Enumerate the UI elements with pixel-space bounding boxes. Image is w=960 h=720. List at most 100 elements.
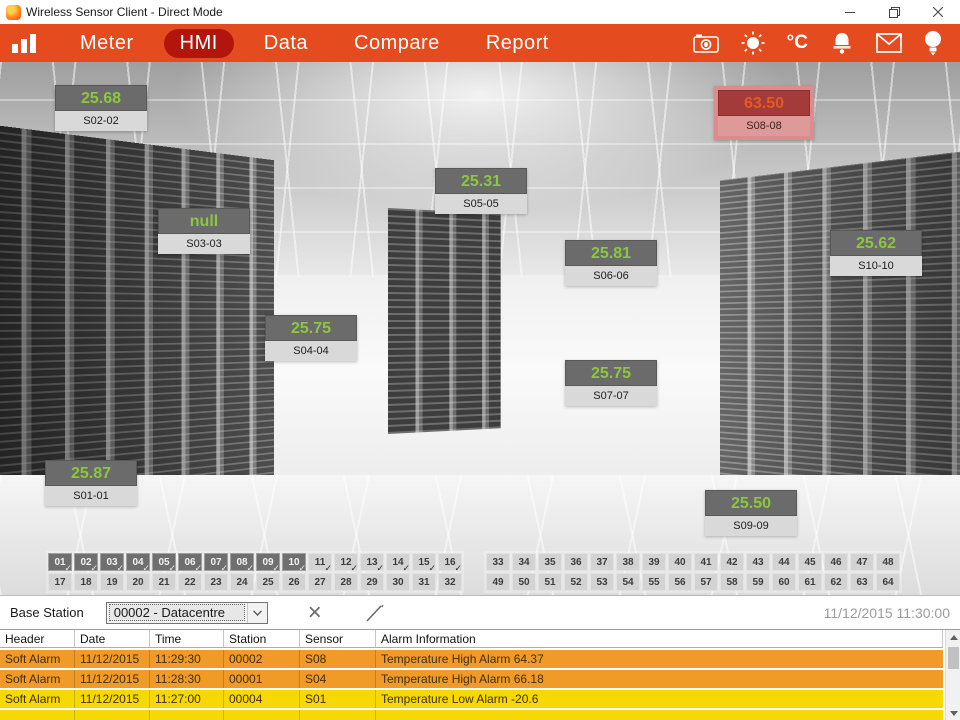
sensor-S02-02[interactable]: 25.68S02-02 — [55, 85, 147, 131]
channel-04[interactable]: 04✓ — [126, 553, 150, 571]
channel-19[interactable]: 19 — [100, 573, 124, 591]
channel-38[interactable]: 38 — [616, 553, 640, 571]
channel-62[interactable]: 62 — [824, 573, 848, 591]
column-header[interactable]: Station — [224, 630, 300, 647]
minimize-icon[interactable] — [828, 0, 872, 24]
channel-11[interactable]: 11✓ — [308, 553, 332, 571]
channel-03[interactable]: 03✓ — [100, 553, 124, 571]
sensor-S09-09[interactable]: 25.50S09-09 — [705, 490, 797, 536]
channel-01[interactable]: 01✓ — [48, 553, 72, 571]
nav-item-compare[interactable]: Compare — [338, 29, 456, 58]
bulb-icon[interactable] — [924, 30, 942, 56]
column-header[interactable]: Sensor — [300, 630, 376, 647]
channel-44[interactable]: 44 — [772, 553, 796, 571]
channel-50[interactable]: 50 — [512, 573, 536, 591]
channel-64[interactable]: 64 — [876, 573, 900, 591]
sensor-S05-05[interactable]: 25.31S05-05 — [435, 168, 527, 214]
base-station-dropdown[interactable]: 00002 - Datacentre — [106, 602, 268, 624]
edit-pencil-icon[interactable] — [362, 600, 388, 626]
channel-55[interactable]: 55 — [642, 573, 666, 591]
channel-41[interactable]: 41 — [694, 553, 718, 571]
channel-18[interactable]: 18 — [74, 573, 98, 591]
channel-37[interactable]: 37 — [590, 553, 614, 571]
channel-33[interactable]: 33 — [486, 553, 510, 571]
scroll-up-icon[interactable] — [946, 630, 960, 645]
sensor-S04-04[interactable]: 25.75S04-04 — [265, 315, 357, 361]
channel-06[interactable]: 06✓ — [178, 553, 202, 571]
channel-43[interactable]: 43 — [746, 553, 770, 571]
scroll-down-icon[interactable] — [946, 706, 960, 720]
sensor-S07-07[interactable]: 25.75S07-07 — [565, 360, 657, 406]
channel-46[interactable]: 46 — [824, 553, 848, 571]
alarm-bell-icon[interactable] — [830, 31, 854, 55]
channel-51[interactable]: 51 — [538, 573, 562, 591]
channel-42[interactable]: 42 — [720, 553, 744, 571]
close-icon[interactable] — [916, 0, 960, 24]
channel-30[interactable]: 30 — [386, 573, 410, 591]
channel-54[interactable]: 54 — [616, 573, 640, 591]
channel-29[interactable]: 29 — [360, 573, 384, 591]
channel-14[interactable]: 14✓ — [386, 553, 410, 571]
channel-17[interactable]: 17 — [48, 573, 72, 591]
channel-31[interactable]: 31 — [412, 573, 436, 591]
channel-09[interactable]: 09✓ — [256, 553, 280, 571]
channel-21[interactable]: 21 — [152, 573, 176, 591]
column-header[interactable]: Alarm Information — [376, 630, 943, 647]
chevron-down-icon[interactable] — [247, 603, 267, 623]
channel-24[interactable]: 24 — [230, 573, 254, 591]
camera-icon[interactable] — [693, 32, 719, 54]
channel-34[interactable]: 34 — [512, 553, 536, 571]
vertical-scrollbar[interactable] — [945, 630, 960, 720]
channel-57[interactable]: 57 — [694, 573, 718, 591]
channel-05[interactable]: 05✓ — [152, 553, 176, 571]
channel-16[interactable]: 16✓ — [438, 553, 462, 571]
table-row[interactable]: Soft Alarm11/12/201511:28:3000001S04Temp… — [0, 670, 943, 688]
table-row[interactable]: Soft Alarm11/12/201511:29:3000002S08Temp… — [0, 650, 943, 668]
channel-59[interactable]: 59 — [746, 573, 770, 591]
bar-chart-icon[interactable] — [12, 33, 36, 53]
channel-02[interactable]: 02✓ — [74, 553, 98, 571]
sensor-S08-08[interactable]: 63.50S08-08 — [714, 86, 814, 140]
channel-35[interactable]: 35 — [538, 553, 562, 571]
channel-47[interactable]: 47 — [850, 553, 874, 571]
channel-36[interactable]: 36 — [564, 553, 588, 571]
channel-10[interactable]: 10✓ — [282, 553, 306, 571]
channel-28[interactable]: 28 — [334, 573, 358, 591]
channel-60[interactable]: 60 — [772, 573, 796, 591]
channel-49[interactable]: 49 — [486, 573, 510, 591]
clear-icon[interactable]: × — [302, 600, 328, 626]
channel-32[interactable]: 32 — [438, 573, 462, 591]
mail-icon[interactable] — [876, 33, 902, 53]
sensor-S01-01[interactable]: 25.87S01-01 — [45, 460, 137, 506]
sensor-S03-03[interactable]: nullS03-03 — [158, 208, 250, 254]
sensor-S10-10[interactable]: 25.62S10-10 — [830, 230, 922, 276]
channel-52[interactable]: 52 — [564, 573, 588, 591]
channel-13[interactable]: 13✓ — [360, 553, 384, 571]
channel-56[interactable]: 56 — [668, 573, 692, 591]
channel-40[interactable]: 40 — [668, 553, 692, 571]
channel-61[interactable]: 61 — [798, 573, 822, 591]
sensor-S06-06[interactable]: 25.81S06-06 — [565, 240, 657, 286]
channel-63[interactable]: 63 — [850, 573, 874, 591]
table-row[interactable] — [0, 710, 943, 720]
nav-item-data[interactable]: Data — [248, 29, 324, 58]
channel-15[interactable]: 15✓ — [412, 553, 436, 571]
column-header[interactable]: Date — [75, 630, 150, 647]
channel-26[interactable]: 26 — [282, 573, 306, 591]
channel-45[interactable]: 45 — [798, 553, 822, 571]
channel-25[interactable]: 25 — [256, 573, 280, 591]
channel-07[interactable]: 07✓ — [204, 553, 228, 571]
channel-27[interactable]: 27 — [308, 573, 332, 591]
channel-39[interactable]: 39 — [642, 553, 666, 571]
restore-icon[interactable] — [872, 0, 916, 24]
nav-item-meter[interactable]: Meter — [64, 29, 150, 58]
channel-22[interactable]: 22 — [178, 573, 202, 591]
table-row[interactable]: Soft Alarm11/12/201511:27:0000004S01Temp… — [0, 690, 943, 708]
channel-23[interactable]: 23 — [204, 573, 228, 591]
column-header[interactable]: Header — [0, 630, 75, 647]
channel-53[interactable]: 53 — [590, 573, 614, 591]
celsius-icon[interactable]: °C — [787, 32, 808, 54]
brightness-icon[interactable] — [741, 31, 765, 55]
channel-08[interactable]: 08✓ — [230, 553, 254, 571]
channel-58[interactable]: 58 — [720, 573, 744, 591]
